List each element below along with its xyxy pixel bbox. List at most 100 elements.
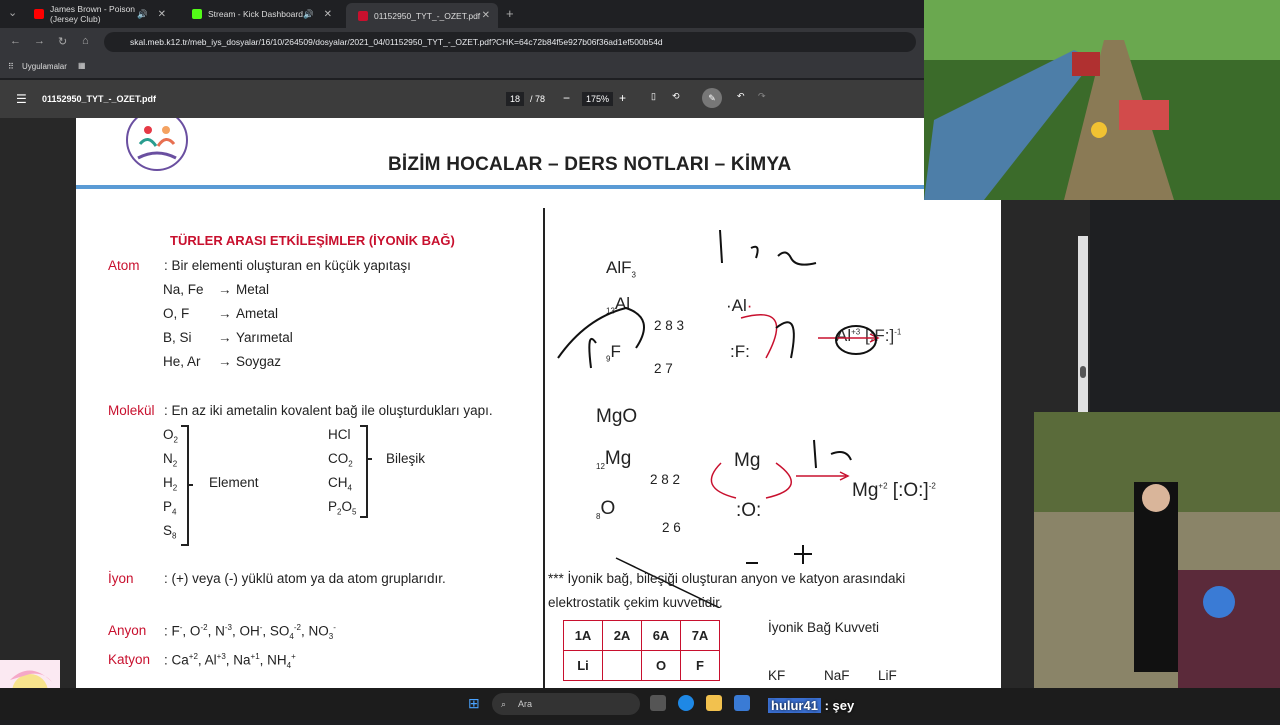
formula-n2: N2 <box>163 451 178 469</box>
undo-icon[interactable]: ↶ <box>737 91 745 102</box>
game-overlay <box>924 0 1280 200</box>
redo-icon[interactable]: ↷ <box>758 91 766 102</box>
iyon-definition: : (+) veya (-) yüklü atom ya da atom gru… <box>164 571 446 586</box>
compound-lif: LiF <box>878 668 897 683</box>
table-cell: O <box>641 650 681 681</box>
table-header-cell: 1A <box>563 620 603 651</box>
grid-icon[interactable]: ▦ <box>78 61 86 70</box>
atom-definition: : Bir elementi oluşturan en küçük yapıta… <box>164 258 411 273</box>
chat-text: : şey <box>824 698 855 713</box>
store-icon[interactable] <box>734 695 750 711</box>
molekul-definition: : En az iki ametalin kovalent bağ ile ol… <box>164 403 493 418</box>
tab-label: James Brown - Poison (Jersey Club) <box>50 4 136 24</box>
close-icon[interactable]: ✕ <box>158 9 166 20</box>
chat-message: hulur41 : şey <box>768 698 854 713</box>
page-title: BİZİM HOCALAR – DERS NOTLARI – KİMYA <box>388 154 792 175</box>
speaker-icon: 🔊 <box>303 8 314 19</box>
katyon-label: Katyon <box>108 652 151 667</box>
example-type: Ametal <box>236 306 279 321</box>
back-icon[interactable]: ← <box>10 35 21 47</box>
example-type: Soygaz <box>236 354 282 369</box>
atom-label: Atom <box>108 258 140 273</box>
arrow-icon: → <box>218 330 232 345</box>
pdf-viewer[interactable]: BİZİM HOCALAR – DERS NOTLARI – KİMYA TÜR… <box>0 118 1090 688</box>
iyon-label: İyon <box>108 571 134 586</box>
formula-h2: H2 <box>163 475 178 493</box>
taskbar-search[interactable]: ⌕ Ara <box>492 693 640 715</box>
example-type: Yarımetal <box>236 330 293 345</box>
formula-s8: S8 <box>163 523 177 541</box>
reload-icon[interactable]: ↻ <box>58 35 67 48</box>
molekul-label: Molekül <box>108 403 155 418</box>
close-icon[interactable]: ✕ <box>482 10 490 21</box>
rotate-icon[interactable]: ⟲ <box>672 91 680 102</box>
compound-kf: KF <box>768 668 786 683</box>
search-placeholder: Ara <box>518 699 533 709</box>
formula-co2: CO2 <box>328 451 353 469</box>
windows-start-icon[interactable]: ⊞ <box>468 695 480 712</box>
annotate-icon[interactable]: ✎ <box>702 88 722 108</box>
pdf-icon <box>358 10 368 21</box>
compound-naf: NaF <box>824 668 850 683</box>
fit-page-icon[interactable]: ▯ <box>651 91 656 102</box>
table-cell: Li <box>563 650 603 681</box>
pdf-page: BİZİM HOCALAR – DERS NOTLARI – KİMYA TÜR… <box>76 118 1001 688</box>
example-elements: He, Ar <box>163 354 201 369</box>
arrow-icon: → <box>218 354 232 369</box>
katyon-examples: : Ca+2, Al+3, Na+1, NH4+ <box>164 652 296 671</box>
close-icon[interactable]: ✕ <box>324 9 332 20</box>
tab-kick[interactable]: Stream - Kick Dashboard 🔊 ✕ <box>180 3 340 25</box>
taskbar: ⊞ ⌕ Ara <box>0 688 1280 720</box>
example-elements: B, Si <box>163 330 192 345</box>
home-icon[interactable]: ⌂ <box>82 35 89 47</box>
menu-icon[interactable]: ☰ <box>16 92 27 106</box>
arrow-icon: → <box>218 306 232 321</box>
annotation-layer <box>557 229 880 608</box>
youtube-icon <box>34 9 44 19</box>
tab-label: 01152950_TYT_-_OZET.pdf <box>374 10 481 21</box>
page-number-input[interactable]: 18 <box>506 92 525 106</box>
example-elements: Na, Fe <box>163 282 204 297</box>
bookmark-apps[interactable]: Uygulamalar <box>22 62 67 71</box>
tab-label: Stream - Kick Dashboard <box>208 9 303 19</box>
compound-bracket <box>360 425 372 518</box>
zoom-out-button[interactable]: − <box>563 91 570 105</box>
browser-tab-bar: ⌄ James Brown - Poison (Jersey Club) 🔊 ✕… <box>0 0 924 28</box>
column-divider <box>543 208 545 688</box>
zoom-input[interactable]: 175% <box>582 92 614 106</box>
element-bracket <box>181 425 193 546</box>
formula-o2: O2 <box>163 427 178 445</box>
apps-icon[interactable]: ⠿ <box>8 62 14 71</box>
search-icon: ⌕ <box>501 699 507 709</box>
anyon-label: Anyon <box>108 623 147 638</box>
url-field[interactable]: skal.meb.k12.tr/meb_iys_dosyalar/16/10/2… <box>104 32 916 52</box>
webcam-overlay <box>1034 412 1280 712</box>
pdf-filename: 01152950_TYT_-_OZET.pdf <box>42 94 157 104</box>
forward-icon[interactable]: → <box>34 35 45 47</box>
table-cell <box>602 650 642 681</box>
element-group-label: Element <box>209 475 259 490</box>
table-header-cell: 6A <box>641 620 681 651</box>
tab-youtube[interactable]: James Brown - Poison (Jersey Club) 🔊 ✕ <box>22 3 174 25</box>
formula-p4: P4 <box>163 499 177 517</box>
formula-ch4: CH4 <box>328 475 352 493</box>
webcam-scene <box>1034 412 1280 712</box>
chat-username: hulur41 <box>768 698 821 713</box>
address-bar-row: ← → ↻ ⌂ skal.meb.k12.tr/meb_iys_dosyalar… <box>0 28 924 56</box>
new-tab-button[interactable]: + <box>506 6 514 21</box>
periodic-table-excerpt: 1A 2A 6A 7A Li O F <box>563 620 720 681</box>
table-header-cell: 7A <box>680 620 720 651</box>
scrollbar-thumb[interactable] <box>1080 366 1086 378</box>
zoom-in-button[interactable]: + <box>619 91 626 105</box>
folder-icon[interactable] <box>706 695 722 711</box>
header-rule <box>76 185 1001 189</box>
school-logo <box>126 118 188 171</box>
formula-p2o5: P2O5 <box>328 499 357 517</box>
tab-search-icon[interactable]: ⌄ <box>8 6 17 19</box>
tab-pdf[interactable]: 01152950_TYT_-_OZET.pdf ✕ <box>346 3 498 28</box>
pdf-toolbar: ☰ 01152950_TYT_-_OZET.pdf 18 / 78 − 175%… <box>0 80 924 118</box>
task-view-icon[interactable] <box>650 695 666 711</box>
anyon-examples: : F-, O-2, N-3, OH-, SO4-2, NO3- <box>164 623 336 642</box>
table-cell: F <box>680 650 720 681</box>
edge-icon[interactable] <box>678 695 694 711</box>
